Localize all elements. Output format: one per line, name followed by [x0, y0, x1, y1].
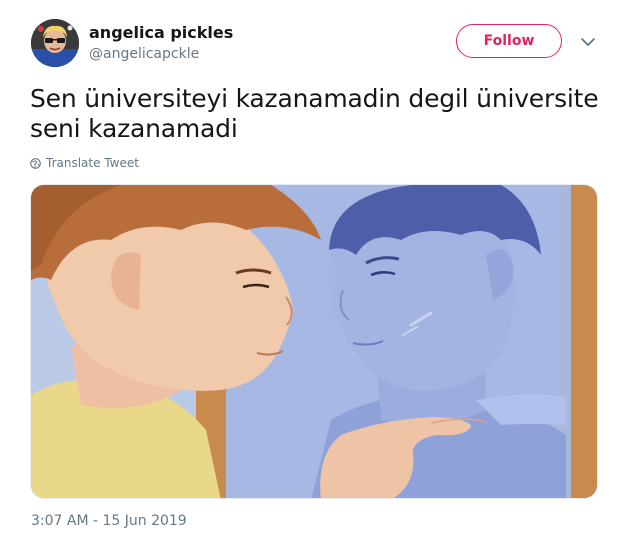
user-handle[interactable]: @angelicapckle: [89, 46, 199, 62]
meme-illustration: [31, 185, 597, 498]
tweet-media[interactable]: [30, 184, 598, 499]
globe-icon: [30, 157, 41, 169]
avatar[interactable]: [31, 19, 79, 67]
tweet-card: angelica pickles @angelicapckle Follow S…: [0, 0, 635, 544]
translate-tweet-link[interactable]: Translate Tweet: [30, 156, 139, 170]
tweet-text: Sen üniversiteyi kazanamadin degil ünive…: [30, 84, 599, 143]
translate-label: Translate Tweet: [46, 156, 139, 170]
tweet-timestamp[interactable]: 3:07 AM - 15 Jun 2019: [31, 513, 187, 529]
display-name[interactable]: angelica pickles: [89, 23, 233, 42]
follow-button[interactable]: Follow: [456, 24, 562, 58]
avatar-image: [31, 19, 79, 67]
chevron-down-icon[interactable]: [578, 34, 598, 50]
